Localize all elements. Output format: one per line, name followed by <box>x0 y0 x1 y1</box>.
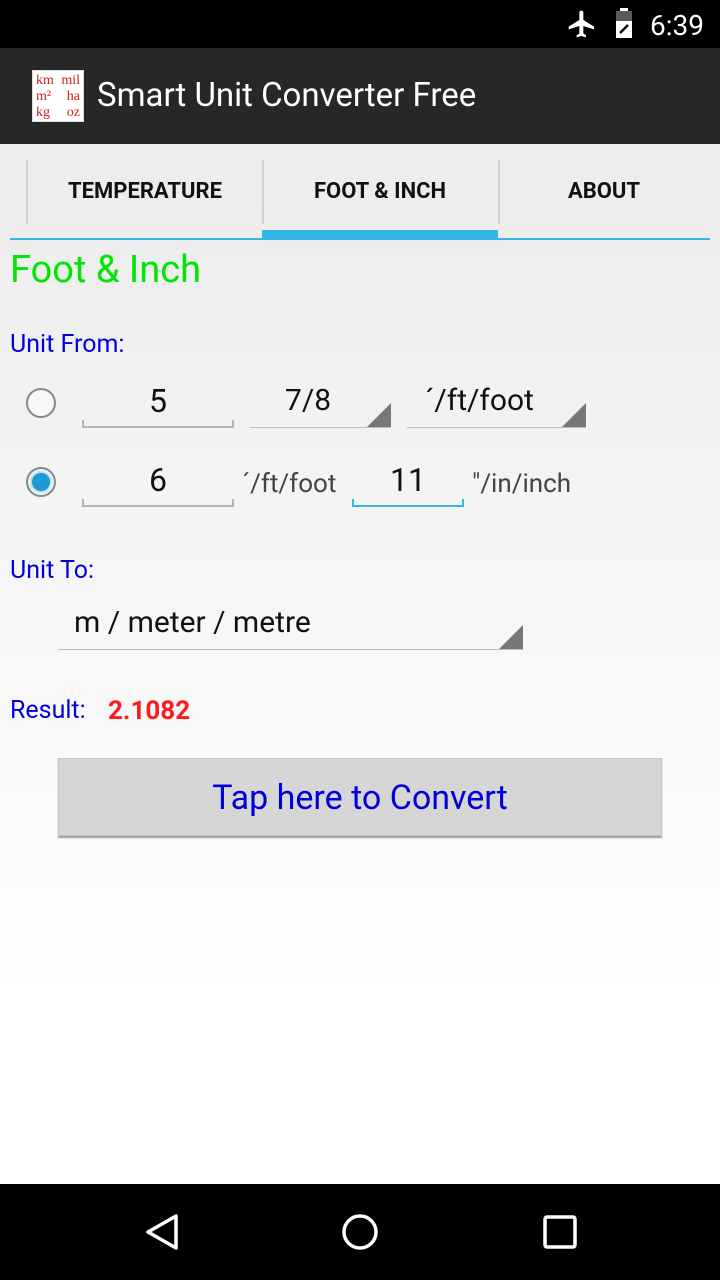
tab-foot-inch[interactable]: FOOT & INCH <box>262 160 498 240</box>
tab-label: FOOT & INCH <box>313 179 447 204</box>
navigation-bar <box>0 1184 720 1280</box>
unit-from-label: Unit From: <box>10 330 125 359</box>
main-content: TEMPERATURE FOOT & INCH ABOUT Foot & Inc… <box>0 144 720 1184</box>
radio-feet-inch-mode[interactable] <box>26 467 56 497</box>
result-value: 2.1082 <box>108 696 191 726</box>
battery-icon <box>614 8 634 44</box>
radio-fraction-mode[interactable] <box>26 388 56 418</box>
tab-label: ABOUT <box>567 179 641 204</box>
inch-input[interactable]: 11 <box>352 457 464 507</box>
to-unit-dropdown[interactable]: m / meter / metre <box>58 600 523 650</box>
convert-button[interactable]: Tap here to Convert <box>58 758 662 836</box>
result-label: Result: <box>10 696 86 725</box>
tab-about[interactable]: ABOUT <box>498 160 710 240</box>
app-logo-icon: km mil m² ha kg oz <box>32 70 84 122</box>
section-title: Foot & Inch <box>10 248 202 292</box>
recent-apps-icon[interactable] <box>542 1212 578 1256</box>
app-title: Smart Unit Converter Free <box>97 76 477 115</box>
tab-bar: TEMPERATURE FOOT & INCH ABOUT <box>10 160 710 240</box>
value-input[interactable]: 5 <box>82 378 234 428</box>
dropdown-arrow-icon <box>499 625 523 649</box>
action-bar: km mil m² ha kg oz Smart Unit Converter Fre… <box>0 48 720 144</box>
status-bar: 6:39 <box>0 0 720 48</box>
feet-unit-label: ´/ft/foot <box>242 469 337 499</box>
feet-input[interactable]: 6 <box>82 457 234 507</box>
tab-label: TEMPERATURE <box>68 179 222 204</box>
status-time: 6:39 <box>650 9 704 42</box>
tab-temperature[interactable]: TEMPERATURE <box>28 160 262 240</box>
fraction-dropdown[interactable]: 7/8 <box>250 378 391 428</box>
airplane-mode-icon <box>566 8 598 44</box>
unit-to-label: Unit To: <box>10 556 95 585</box>
tab-bar-edge <box>10 160 28 240</box>
inch-unit-label: "/in/inch <box>472 469 572 499</box>
from-unit-dropdown[interactable]: ´/ft/foot <box>407 378 586 428</box>
back-icon[interactable] <box>142 1212 182 1256</box>
home-icon[interactable] <box>340 1212 380 1256</box>
dropdown-arrow-icon <box>367 403 391 427</box>
dropdown-arrow-icon <box>562 403 586 427</box>
